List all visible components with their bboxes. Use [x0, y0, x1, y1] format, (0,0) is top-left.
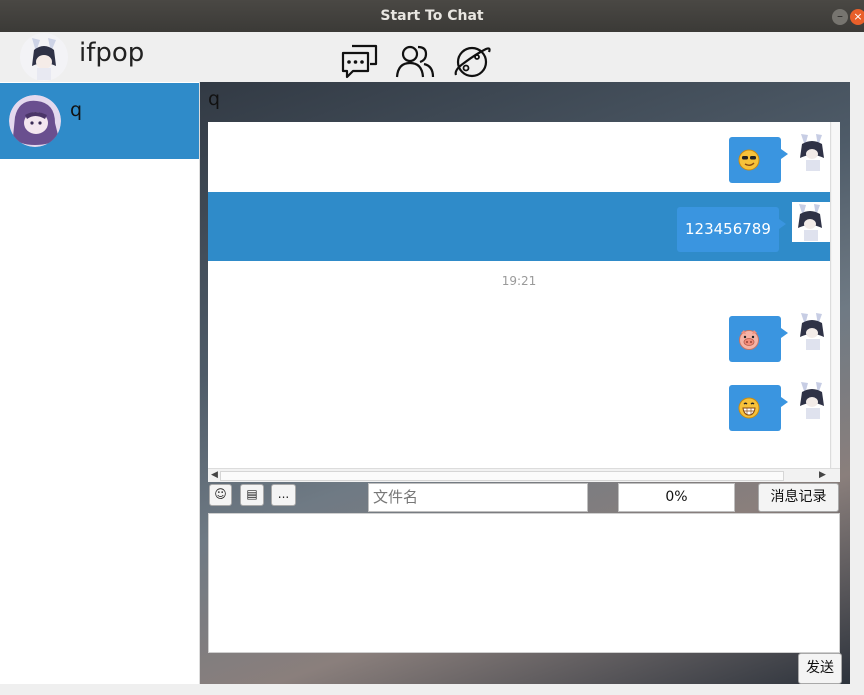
message-row [208, 372, 832, 442]
window-titlebar: Start To Chat – × [0, 0, 864, 32]
top-bar: ifpop [0, 32, 864, 82]
vertical-scroll-thumb[interactable] [832, 122, 840, 468]
message-row [208, 122, 832, 192]
message-bubble [729, 137, 788, 183]
planet-icon[interactable] [452, 42, 492, 80]
transfer-progress: 0% [618, 483, 735, 512]
send-button[interactable]: 发送 [798, 653, 842, 684]
message-history[interactable]: 123456789 19:21 ◀ ▶ [208, 122, 840, 482]
contact-name: q [70, 99, 83, 121]
scroll-right-icon[interactable]: ▶ [819, 470, 826, 480]
chat-bubbles-icon[interactable] [340, 42, 380, 80]
vertical-scrollbar[interactable] [830, 122, 840, 468]
message-bubble [729, 385, 788, 431]
contact-item-q[interactable]: q [0, 83, 199, 159]
contact-list: q [0, 82, 200, 684]
username: ifpop [79, 38, 145, 68]
window-edge [850, 82, 864, 684]
emoji-button[interactable]: ☺ [209, 484, 232, 506]
contact-avatar [9, 95, 61, 147]
sender-avatar [794, 311, 832, 351]
sender-avatar [792, 202, 830, 242]
message-bubble [729, 316, 788, 362]
sender-avatar [794, 380, 832, 420]
message-timestamp: 19:21 [501, 274, 537, 288]
document-icon: ▤ [246, 487, 258, 501]
horizontal-scrollbar[interactable]: ◀ ▶ [208, 468, 840, 482]
contacts-icon[interactable] [395, 42, 435, 80]
user-avatar[interactable] [18, 32, 70, 82]
minimize-button[interactable]: – [832, 9, 848, 25]
scroll-left-icon[interactable]: ◀ [211, 470, 218, 480]
horizontal-scroll-thumb[interactable] [220, 471, 784, 481]
sender-avatar [794, 132, 832, 172]
filename-field[interactable]: 文件名 [368, 483, 588, 512]
more-button[interactable]: ... [271, 484, 296, 506]
message-bubble: 123456789 [677, 207, 786, 252]
window-bottom-edge [0, 684, 864, 695]
smiley-icon: ☺ [214, 487, 227, 501]
chat-title: q [208, 88, 221, 110]
message-history-button[interactable]: 消息记录 [758, 483, 839, 512]
message-row-selected: 123456789 [208, 192, 830, 261]
message-row [208, 302, 832, 372]
pig-face-emoji-icon [739, 330, 759, 350]
chat-pane: q 123456789 19:21 ◀ ▶ ☺ ▤ ... 文件名 0% 消息记… [200, 82, 850, 684]
grinning-emoji-icon [738, 397, 760, 419]
message-input[interactable] [208, 513, 840, 653]
cool-sunglasses-emoji-icon [738, 149, 760, 171]
window-title: Start To Chat [380, 8, 484, 24]
send-file-button[interactable]: ▤ [240, 484, 264, 506]
close-button[interactable]: × [850, 9, 864, 25]
